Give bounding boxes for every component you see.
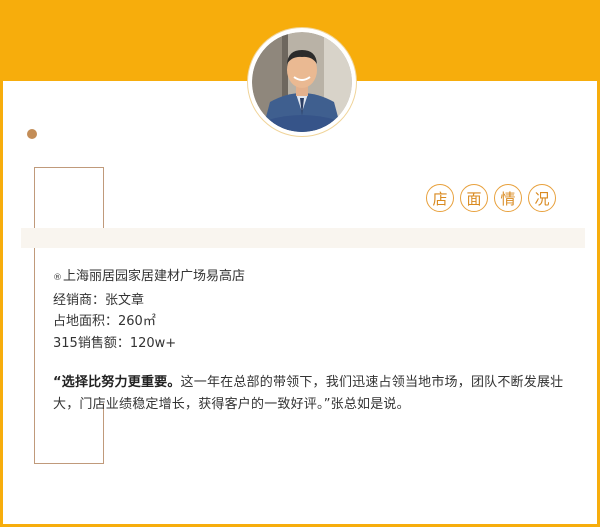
sales-line: 315销售额：120w+ (53, 335, 177, 351)
section-title-char: 情 (494, 184, 522, 212)
quote-paragraph: “选择比努力更重要。这一年在总部的带领下，我们迅速占领当地市场，团队不断发展壮大… (53, 372, 583, 416)
decor-bracket-top (34, 167, 104, 228)
registered-mark: ® (53, 273, 62, 283)
section-title-char: 况 (528, 184, 556, 212)
store-name-line: ®上海丽居园家居建材广场易高店 (53, 266, 245, 290)
decor-band (21, 228, 585, 248)
dealer-line: 经销商：张文章 (53, 292, 145, 308)
area-line: 占地面积：260㎡ (53, 314, 156, 329)
quote-bold: “选择比努力更重要。 (53, 375, 181, 390)
decor-left-line (34, 227, 35, 403)
section-title-char: 面 (460, 184, 488, 212)
store-name: 上海丽居园家居建材广场易高店 (63, 269, 246, 284)
section-title-char: 店 (426, 184, 454, 212)
decor-dot (27, 129, 37, 139)
card-frame: 店 面 情 况 ®上海丽居园家居建材广场易高店 经销商：张文章 占地面积：260… (0, 0, 600, 527)
avatar-photo (252, 32, 352, 132)
store-info: ®上海丽居园家居建材广场易高店 经销商：张文章 占地面积：260㎡ 315销售额… (53, 266, 245, 354)
avatar (248, 28, 356, 136)
section-title: 店 面 情 况 (426, 184, 556, 212)
